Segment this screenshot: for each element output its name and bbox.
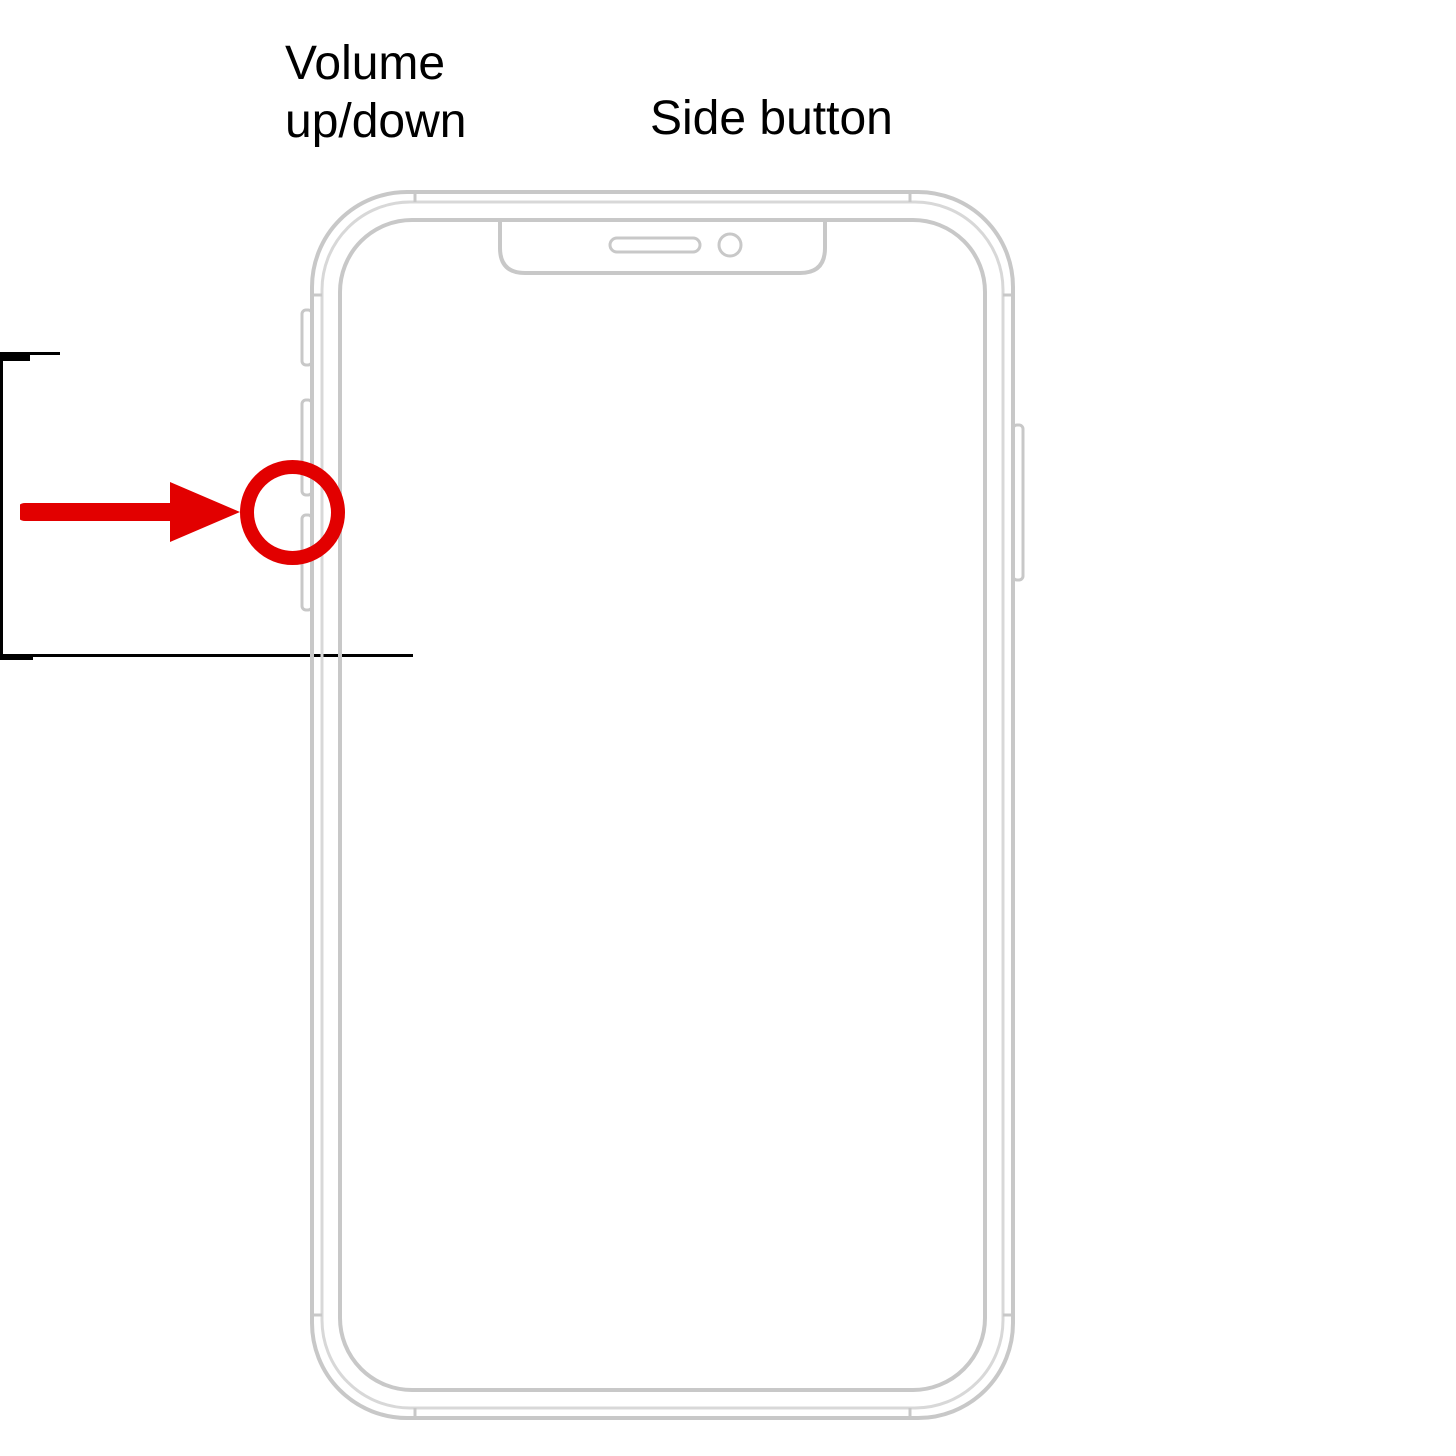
volume-label: Volumeup/down	[285, 35, 466, 150]
side-button-label: Side button	[650, 90, 893, 148]
arrow-icon	[20, 472, 250, 552]
volume-bracket-bottom	[0, 358, 30, 361]
highlight-circle	[240, 460, 345, 565]
phone-diagram	[300, 180, 1025, 1430]
side-bracket-bottom	[0, 657, 33, 660]
volume-bracket-line	[0, 0, 1, 352]
side-bracket-line	[0, 361, 3, 654]
